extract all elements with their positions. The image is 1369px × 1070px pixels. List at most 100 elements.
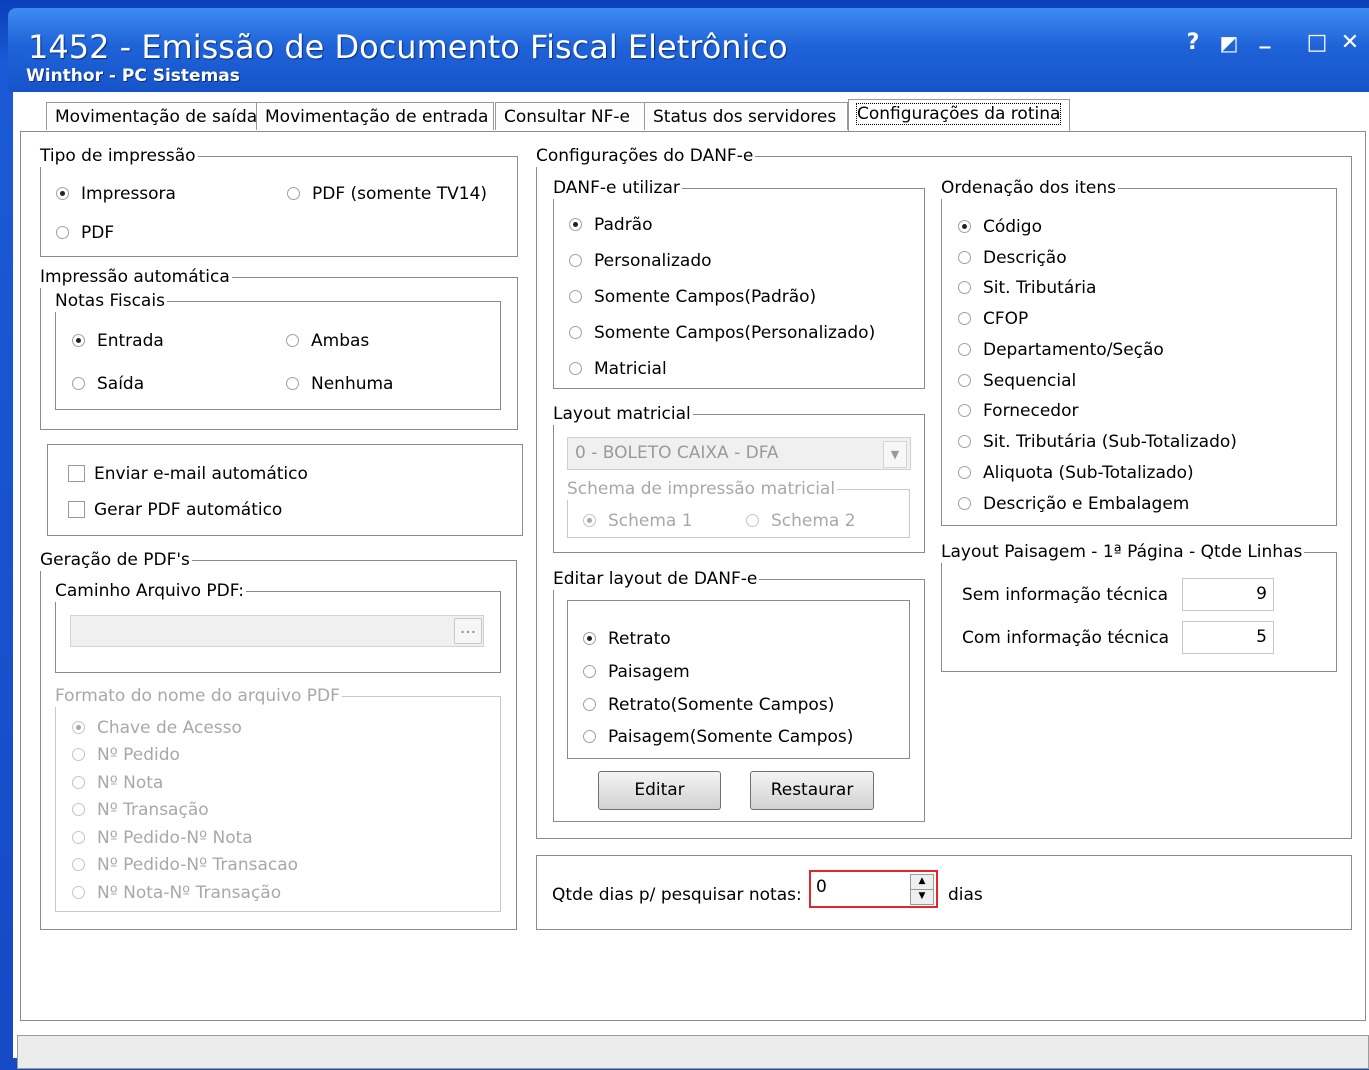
radio-label: Nº Transação — [97, 800, 209, 820]
radio-icon — [72, 831, 85, 844]
radio-label: Aliquota (Sub-Totalizado) — [983, 463, 1194, 483]
radio-label: Padrão — [594, 215, 653, 235]
radio-retrato-somente-campos[interactable]: Retrato(Somente Campos) — [583, 694, 834, 716]
tab-configuracoes-rotina[interactable]: Configurações da rotina — [848, 99, 1070, 132]
radio-somente-campos-personalizado[interactable]: Somente Campos(Personalizado) — [569, 322, 875, 344]
radio-selected-icon — [56, 187, 69, 200]
radio-icon — [72, 886, 85, 899]
tab-consultar-nfe[interactable]: Consultar NF-e — [495, 102, 645, 130]
tab-movimentacao-entrada[interactable]: Movimentação de entrada — [256, 102, 494, 130]
radio-descricao[interactable]: Descrição — [958, 247, 1067, 269]
radio-paisagem-somente-campos[interactable]: Paisagem(Somente Campos) — [583, 726, 853, 748]
radio-saida[interactable]: Saída — [72, 373, 144, 395]
radio-label: Descrição — [983, 248, 1067, 268]
help-icon[interactable]: ? — [1180, 30, 1206, 56]
radio-nota-transacao: Nº Nota-Nº Transação — [72, 882, 281, 904]
radio-label: CFOP — [983, 309, 1029, 329]
checkbox-enviar-email[interactable]: Enviar e-mail automático — [68, 463, 308, 485]
radio-icon — [958, 312, 971, 325]
close-icon[interactable]: ✕ — [1337, 30, 1363, 56]
radio-icon — [583, 730, 596, 743]
title-bar[interactable]: 1452 - Emissão de Documento Fiscal Eletr… — [8, 8, 1369, 92]
radio-chave-acesso: Chave de Acesso — [72, 717, 242, 739]
radio-label: Sequencial — [983, 371, 1077, 391]
radio-icon — [286, 377, 299, 390]
radio-sit-tributaria[interactable]: Sit. Tributária — [958, 277, 1096, 299]
radio-departamento-secao[interactable]: Departamento/Seção — [958, 339, 1164, 361]
radio-padrao[interactable]: Padrão — [569, 214, 653, 236]
radio-aliquota-subtotal[interactable]: Aliquota (Sub-Totalizado) — [958, 462, 1194, 484]
radio-icon — [569, 326, 582, 339]
stepper-up-icon[interactable]: ▲ — [910, 874, 934, 890]
radio-entrada[interactable]: Entrada — [72, 330, 164, 352]
radio-pdf-tv14[interactable]: PDF (somente TV14) — [287, 183, 487, 205]
radio-icon — [569, 254, 582, 267]
caminho-pdf-input[interactable]: ... — [70, 615, 484, 647]
radio-ambas[interactable]: Ambas — [286, 330, 369, 352]
sem-info-input[interactable]: 9 — [1182, 578, 1274, 611]
radio-icon — [56, 226, 69, 239]
radio-label: Nº Pedido-Nº Transacao — [97, 855, 299, 875]
qtde-dias-label: Qtde dias p/ pesquisar notas: — [552, 885, 802, 905]
radio-somente-campos-padrao[interactable]: Somente Campos(Padrão) — [569, 286, 816, 308]
radio-selected-icon — [583, 514, 596, 527]
radio-sit-tributaria-subtotal[interactable]: Sit. Tributária (Sub-Totalizado) — [958, 431, 1237, 453]
checkbox-gerar-pdf[interactable]: Gerar PDF automático — [68, 499, 282, 521]
sem-info-label: Sem informação técnica — [962, 585, 1169, 605]
group-title: Tipo de impressão — [40, 145, 198, 167]
radio-icon — [958, 497, 971, 510]
radio-cfop[interactable]: CFOP — [958, 308, 1028, 330]
radio-descricao-embalagem[interactable]: Descrição e Embalagem — [958, 493, 1189, 515]
radio-label: Sit. Tributária — [983, 278, 1097, 298]
editar-button[interactable]: Editar — [598, 771, 721, 810]
layout-matricial-select: 0 - BOLETO CAIXA - DFA ▼ — [567, 437, 911, 470]
radio-codigo[interactable]: Código — [958, 216, 1042, 238]
radio-num-transacao: Nº Transação — [72, 799, 209, 821]
checkbox-icon — [68, 501, 85, 518]
minimize-icon[interactable]: _ — [1252, 24, 1278, 50]
radio-pdf[interactable]: PDF — [56, 222, 114, 244]
radio-label: PDF — [81, 223, 115, 243]
radio-schema-2: Schema 2 — [746, 510, 856, 532]
radio-sequencial[interactable]: Sequencial — [958, 370, 1076, 392]
radio-label: Entrada — [97, 331, 164, 351]
com-info-input[interactable]: 5 — [1182, 621, 1274, 654]
radio-icon — [958, 435, 971, 448]
radio-paisagem[interactable]: Paisagem — [583, 661, 690, 683]
group-title: Layout Paisagem - 1ª Página - Qtde Linha… — [941, 541, 1305, 563]
stepper-down-icon[interactable]: ▼ — [910, 889, 934, 905]
radio-fornecedor[interactable]: Fornecedor — [958, 400, 1078, 422]
radio-label: Nenhuma — [311, 374, 394, 394]
radio-retrato[interactable]: Retrato — [583, 628, 671, 650]
group-automatic-options — [47, 444, 523, 536]
radio-schema-1: Schema 1 — [583, 510, 693, 532]
radio-label: PDF (somente TV14) — [312, 184, 488, 204]
qtde-dias-stepper[interactable]: 0 ▲ ▼ — [809, 870, 938, 908]
tab-movimentacao-saida[interactable]: Movimentação de saída — [46, 102, 257, 130]
radio-label: Somente Campos(Padrão) — [594, 287, 817, 307]
group-title: Geração de PDF's — [40, 549, 192, 571]
qtde-dias-unit: dias — [948, 885, 983, 905]
radio-icon — [72, 377, 85, 390]
group-title: Notas Fiscais — [55, 290, 167, 312]
browse-button[interactable]: ... — [454, 618, 482, 644]
maximize-icon[interactable]: □ — [1304, 30, 1330, 56]
restore-icon[interactable]: ◩ — [1216, 30, 1242, 56]
com-info-label: Com informação técnica — [962, 628, 1170, 648]
radio-icon — [583, 665, 596, 678]
tab-label: Consultar NF-e — [504, 107, 630, 127]
restaurar-button[interactable]: Restaurar — [750, 771, 874, 810]
radio-label: Nº Nota — [97, 773, 164, 793]
radio-label: Paisagem(Somente Campos) — [608, 727, 854, 747]
tab-status-servidores[interactable]: Status dos servidores — [644, 102, 848, 130]
radio-nenhuma[interactable]: Nenhuma — [286, 373, 393, 395]
checkbox-label: Gerar PDF automático — [94, 500, 283, 520]
radio-personalizado[interactable]: Personalizado — [569, 250, 712, 272]
radio-matricial[interactable]: Matricial — [569, 358, 667, 380]
tab-label: Movimentação de entrada — [265, 107, 489, 127]
window-title: 1452 - Emissão de Documento Fiscal Eletr… — [28, 28, 788, 66]
radio-impressora[interactable]: Impressora — [56, 183, 176, 205]
tab-label: Configurações da rotina — [855, 103, 1062, 125]
radio-label: Nº Pedido — [97, 745, 180, 765]
radio-label: Personalizado — [594, 251, 712, 271]
